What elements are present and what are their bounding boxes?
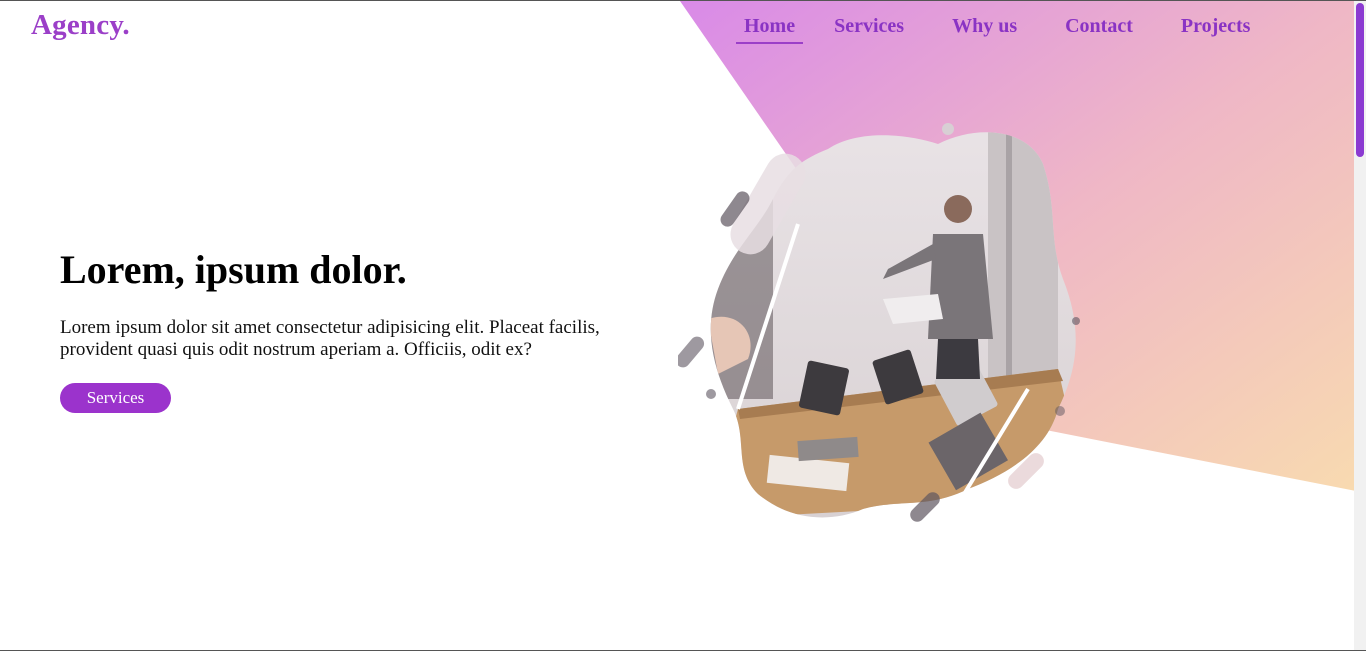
nav-home[interactable]: Home <box>736 15 804 44</box>
nav-contact[interactable]: Contact <box>1057 15 1141 44</box>
nav-projects[interactable]: Projects <box>1173 15 1259 44</box>
hero-description: Lorem ipsum dolor sit amet consectetur a… <box>60 317 600 360</box>
brand-logo[interactable]: Agency. <box>31 9 130 42</box>
vertical-scrollbar[interactable] <box>1354 1 1366 650</box>
hero-title: Lorem, ipsum dolor. <box>60 247 407 292</box>
services-button[interactable]: Services <box>60 383 171 413</box>
main-nav: Home Services Why us Contact Projects <box>736 15 1258 44</box>
landing-page: Agency. Home Services Why us Contact Pro… <box>0 0 1366 651</box>
nav-why-us[interactable]: Why us <box>944 15 1025 44</box>
hero-office-illustration <box>678 123 1080 522</box>
scrollbar-thumb[interactable] <box>1356 3 1364 157</box>
nav-services[interactable]: Services <box>826 15 912 44</box>
